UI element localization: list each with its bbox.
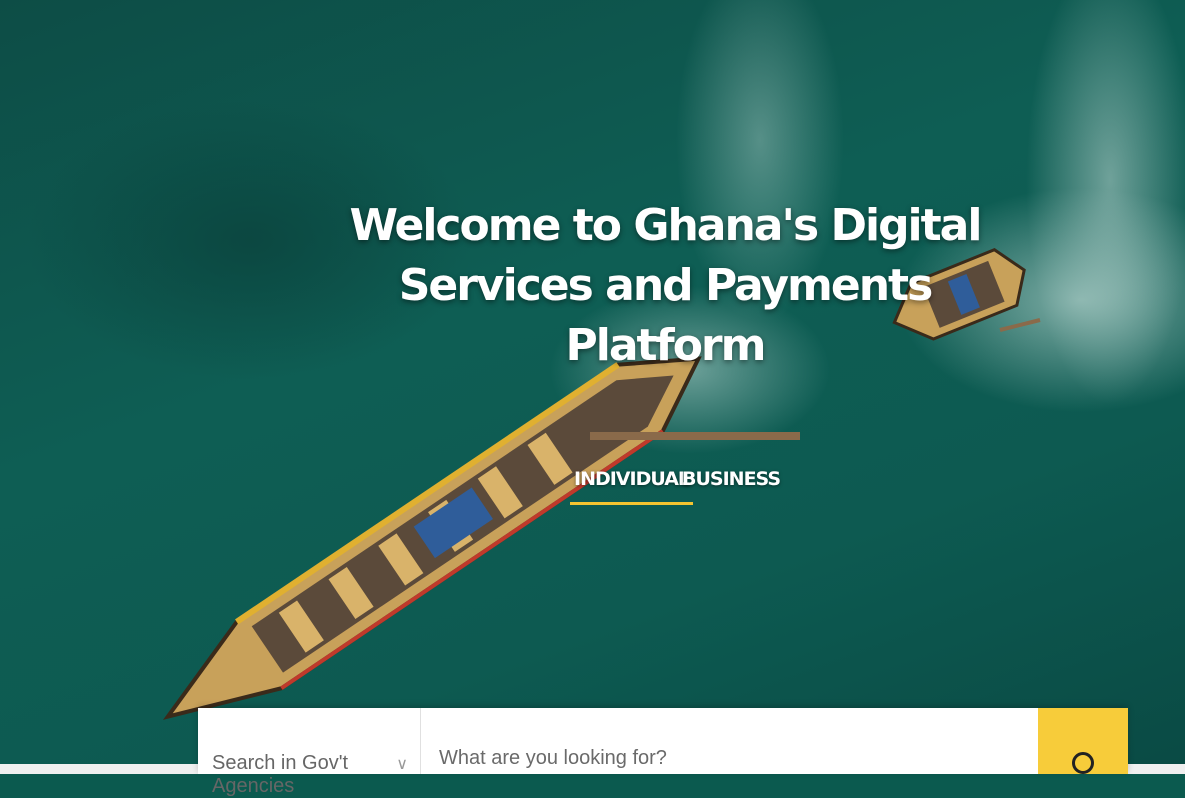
agency-select[interactable]: Search in Gov't Agencies ∨ xyxy=(198,708,421,797)
tab-business[interactable]: BUSINESS xyxy=(678,466,784,502)
search-icon xyxy=(1072,752,1094,774)
search-bar: Search in Gov't Agencies ∨ xyxy=(198,708,1128,797)
search-button[interactable] xyxy=(1038,708,1128,774)
tab-individual[interactable]: INDIVIDUAL xyxy=(570,466,694,505)
chevron-down-icon: ∨ xyxy=(396,756,408,773)
hero-title: Welcome to Ghana's Digital Services and … xyxy=(349,200,983,371)
hero-banner: Welcome to Ghana's Digital Services and … xyxy=(0,0,1185,774)
agency-select-label: Search in Gov't Agencies xyxy=(212,752,349,797)
boat-illustration xyxy=(163,248,1041,720)
search-input[interactable] xyxy=(421,708,1038,774)
